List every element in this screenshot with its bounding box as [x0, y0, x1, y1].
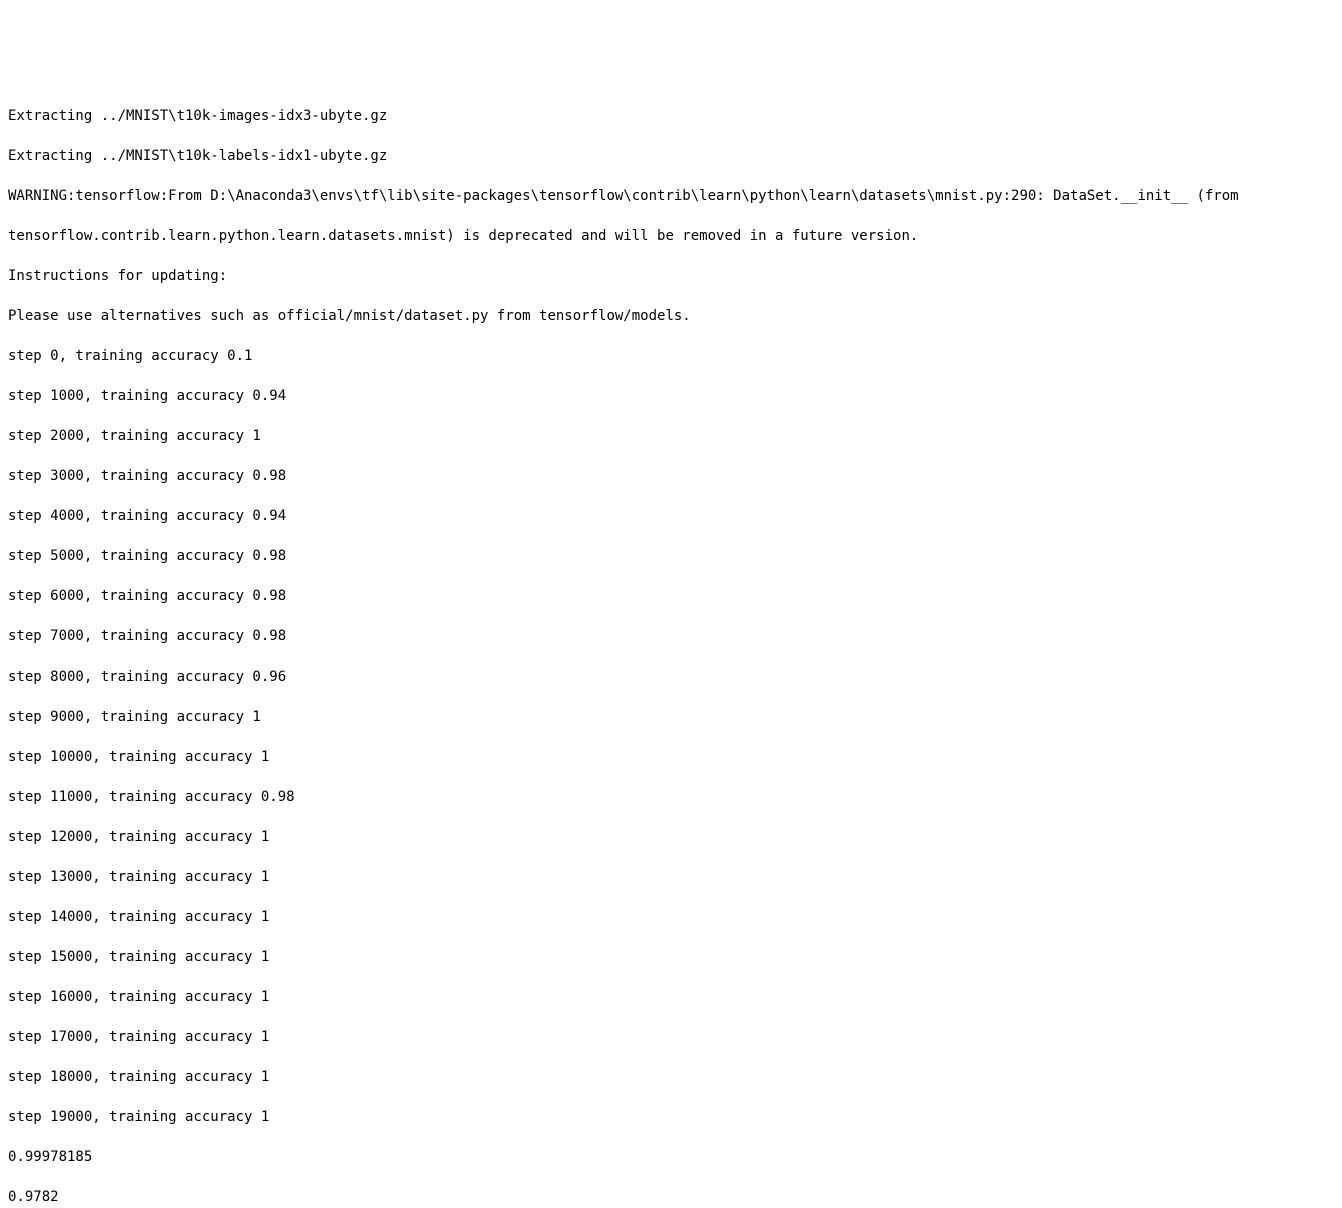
output-line: step 3000, training accuracy 0.98	[8, 466, 1334, 486]
output-line: 0.9782	[8, 1187, 1334, 1207]
output-line: step 7000, training accuracy 0.98	[8, 626, 1334, 646]
output-line: tensorflow.contrib.learn.python.learn.da…	[8, 226, 1334, 246]
output-line: step 13000, training accuracy 1	[8, 867, 1334, 887]
output-line: step 6000, training accuracy 0.98	[8, 586, 1334, 606]
output-line: step 2000, training accuracy 1	[8, 426, 1334, 446]
output-line: step 18000, training accuracy 1	[8, 1067, 1334, 1087]
output-line: step 17000, training accuracy 1	[8, 1027, 1334, 1047]
output-line: 0.99978185	[8, 1147, 1334, 1167]
output-line: step 16000, training accuracy 1	[8, 987, 1334, 1007]
output-line: step 15000, training accuracy 1	[8, 947, 1334, 967]
output-line: WARNING:tensorflow:From D:\Anaconda3\env…	[8, 186, 1334, 206]
output-line: step 14000, training accuracy 1	[8, 907, 1334, 927]
output-line: step 9000, training accuracy 1	[8, 707, 1334, 727]
output-line: Extracting ../MNIST\t10k-labels-idx1-uby…	[8, 146, 1334, 166]
output-line: step 10000, training accuracy 1	[8, 747, 1334, 767]
output-line: Instructions for updating:	[8, 266, 1334, 286]
output-line: step 12000, training accuracy 1	[8, 827, 1334, 847]
output-line: step 11000, training accuracy 0.98	[8, 787, 1334, 807]
cell-output: Extracting ../MNIST\t10k-images-idx3-uby…	[8, 86, 1334, 1208]
output-line: Extracting ../MNIST\t10k-images-idx3-uby…	[8, 106, 1334, 126]
output-line: step 19000, training accuracy 1	[8, 1107, 1334, 1127]
output-line: Please use alternatives such as official…	[8, 306, 1334, 326]
output-line: step 1000, training accuracy 0.94	[8, 386, 1334, 406]
output-line: step 4000, training accuracy 0.94	[8, 506, 1334, 526]
output-line: step 5000, training accuracy 0.98	[8, 546, 1334, 566]
output-line: step 0, training accuracy 0.1	[8, 346, 1334, 366]
output-line: step 8000, training accuracy 0.96	[8, 667, 1334, 687]
